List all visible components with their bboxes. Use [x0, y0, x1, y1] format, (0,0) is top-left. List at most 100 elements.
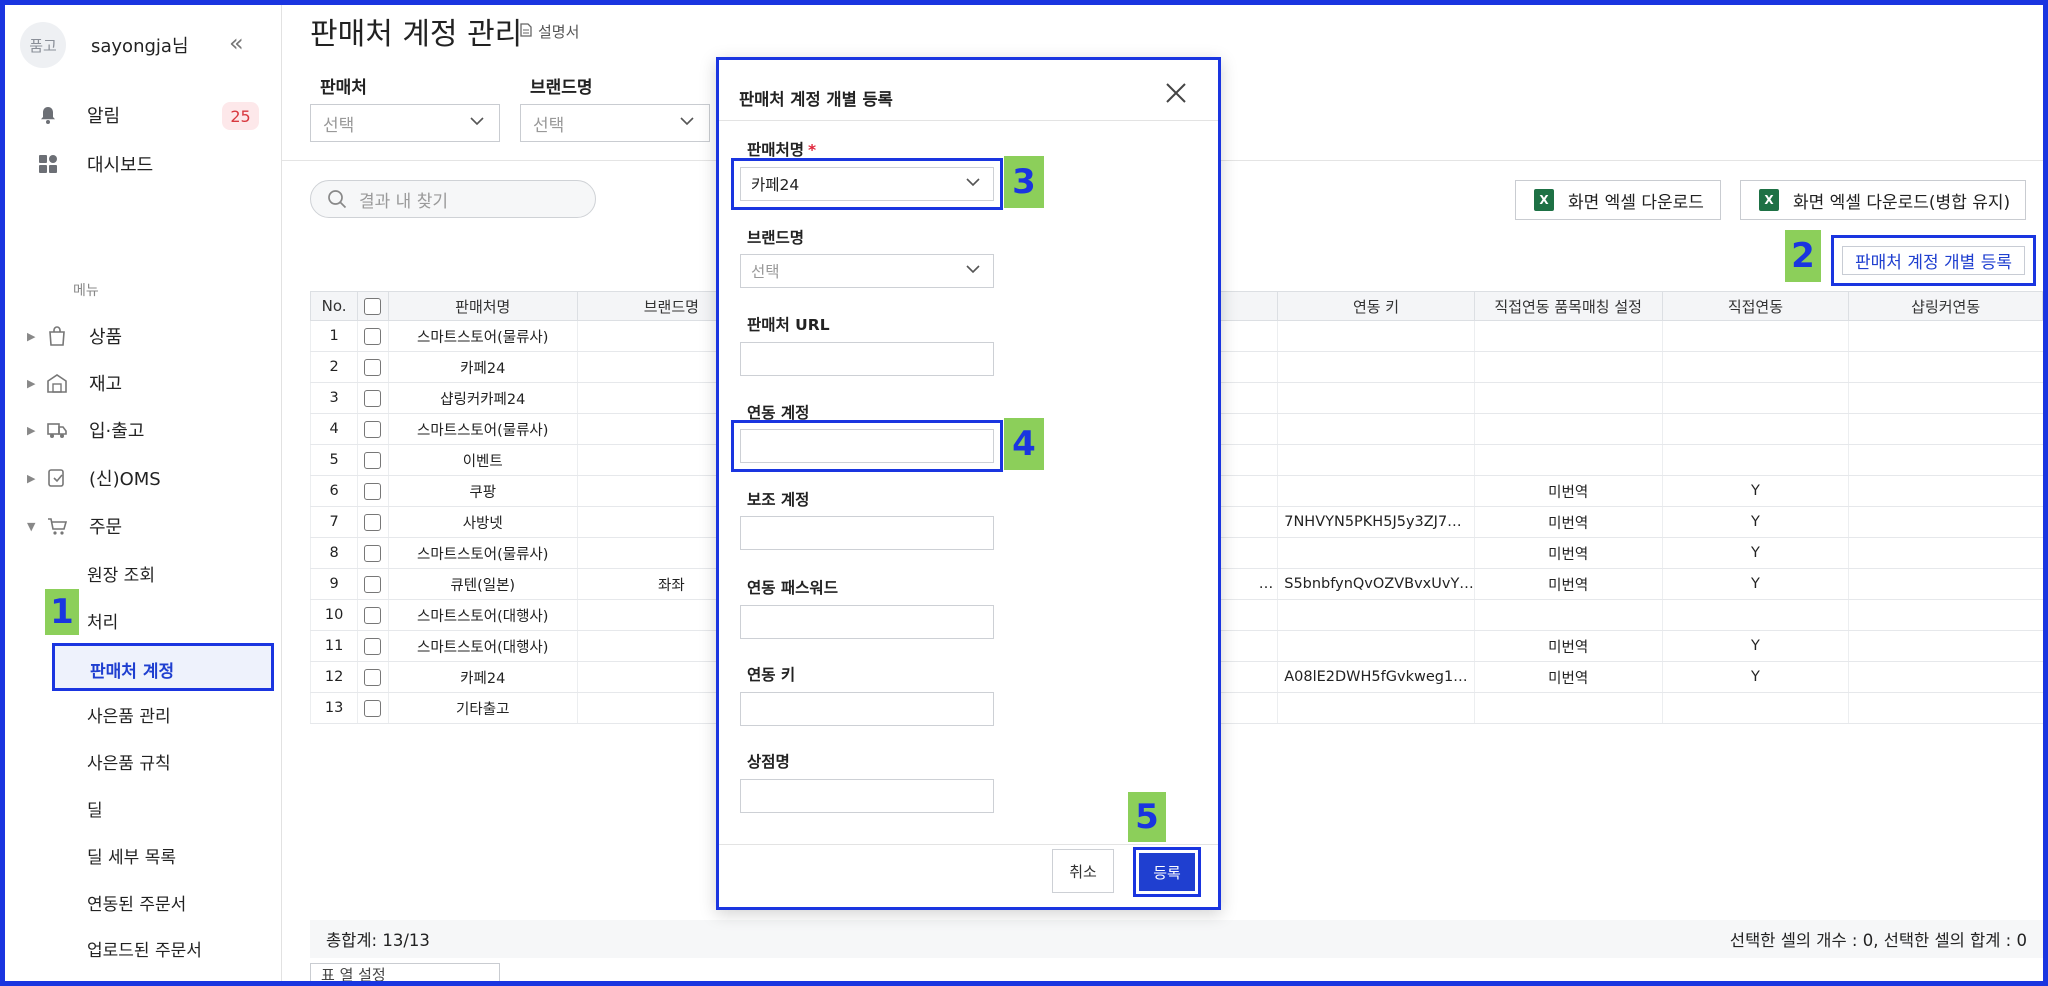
row-checkbox[interactable]	[364, 389, 382, 407]
row-checkbox[interactable]	[364, 482, 382, 500]
column-settings-label: 표 열 설정	[321, 966, 386, 984]
sub-item-seller-account[interactable]: 판매처 계정	[52, 643, 274, 691]
row-checkbox[interactable]	[364, 637, 382, 655]
menu-label: 재고	[89, 374, 123, 395]
row-checkbox[interactable]	[364, 420, 382, 438]
cell-match	[1473, 692, 1663, 724]
cell-direct: Y	[1661, 661, 1849, 693]
submit-button-highlight[interactable]: 등록	[1133, 847, 1201, 897]
sub-account-input[interactable]	[740, 516, 994, 550]
register-seller-account-modal: 판매처 계정 개별 등록 판매처명 * 카페24 브랜드명 선택 판매처 URL …	[716, 57, 1221, 910]
expand-arrow-icon: ▶	[27, 329, 36, 343]
seller-filter-label: 판매처	[320, 78, 367, 98]
expand-arrow-icon: ▶	[27, 376, 36, 390]
cell-direct: Y	[1661, 568, 1849, 600]
column-header-select-all[interactable]	[357, 291, 389, 321]
excel-download-button[interactable]: X 화면 엑셀 다운로드	[1515, 180, 1721, 220]
column-header-no[interactable]: No.	[309, 291, 359, 321]
cancel-button[interactable]: 취소	[1052, 849, 1114, 893]
cell-match: 미번역	[1473, 475, 1663, 507]
link-key-input[interactable]	[740, 692, 994, 726]
cell-match	[1473, 413, 1663, 445]
menu-label: (신)OMS	[89, 469, 161, 490]
row-checkbox[interactable]	[364, 513, 382, 531]
seller-filter-select[interactable]: 선택	[310, 104, 500, 142]
excel-download-merged-button[interactable]: X 화면 엑셀 다운로드(병합 유지)	[1740, 180, 2026, 220]
cell-checkbox	[357, 413, 389, 445]
cell-direct: Y	[1661, 537, 1849, 569]
row-checkbox[interactable]	[364, 699, 382, 717]
bell-icon	[37, 104, 59, 126]
collapse-sidebar-icon[interactable]: «	[229, 29, 244, 57]
menu-item-product[interactable]: ▶ 상품	[27, 322, 122, 350]
modal-footer-divider	[719, 844, 1218, 845]
column-header-item-matching[interactable]: 직접연동 품목매칭 설정	[1473, 291, 1663, 321]
link-password-input[interactable]	[740, 605, 994, 639]
sub-item-linked-orders[interactable]: 연동된 주문서	[87, 889, 186, 915]
store-name-input[interactable]	[740, 779, 994, 813]
cell-match: 미번역	[1473, 537, 1663, 569]
brand-name-select[interactable]: 선택	[740, 254, 994, 288]
row-checkbox[interactable]	[364, 575, 382, 593]
column-header-key[interactable]: 연동 키	[1277, 291, 1475, 321]
cell-checkbox	[357, 506, 389, 538]
cell-checkbox	[357, 475, 389, 507]
cell-direct	[1661, 413, 1849, 445]
brand-name-label: 브랜드명	[747, 229, 805, 247]
cell-no: 10	[309, 599, 358, 631]
submit-button[interactable]: 등록	[1139, 853, 1195, 891]
register-seller-account-button[interactable]: 판매처 계정 개별 등록	[1831, 235, 2036, 286]
cell-key	[1277, 320, 1475, 352]
notification-count-badge: 25	[222, 102, 259, 130]
sub-item-deal-details[interactable]: 딜 세부 목록	[87, 842, 176, 868]
username: sayongja님	[91, 36, 189, 57]
cell-checkbox	[357, 444, 389, 476]
menu-item-oms[interactable]: ▶ (신)OMS	[27, 464, 161, 492]
row-checkbox[interactable]	[364, 451, 382, 469]
dashboard-item[interactable]: 대시보드	[37, 151, 153, 177]
row-checkbox[interactable]	[364, 544, 382, 562]
row-checkbox[interactable]	[364, 668, 382, 686]
cell-no: 5	[309, 444, 358, 476]
warehouse-icon	[45, 371, 69, 395]
cell-direct: Y	[1661, 506, 1849, 538]
expand-arrow-icon: ▶	[27, 471, 36, 485]
sub-item-ledger[interactable]: 원장 조회	[87, 560, 155, 586]
cancel-label: 취소	[1069, 862, 1097, 881]
row-checkbox[interactable]	[364, 358, 382, 376]
cell-key	[1277, 630, 1475, 662]
column-settings-button[interactable]: 표 열 설정	[310, 963, 500, 986]
menu-item-order[interactable]: ▼ 주문	[27, 512, 122, 540]
seller-url-input[interactable]	[740, 342, 994, 376]
row-checkbox[interactable]	[364, 327, 382, 345]
cell-checkbox	[357, 692, 389, 724]
cell-no: 11	[309, 630, 358, 662]
menu-item-inout[interactable]: ▶ 입·출고	[27, 416, 144, 444]
cell-match	[1473, 351, 1663, 383]
cell-shoplinker	[1848, 630, 2043, 662]
sub-item-gift-management[interactable]: 사은품 관리	[87, 701, 171, 727]
row-checkbox[interactable]	[364, 606, 382, 624]
close-icon[interactable]	[1165, 74, 1187, 112]
brand-filter-select[interactable]: 선택	[520, 104, 710, 142]
notifications-item[interactable]: 알림	[37, 102, 120, 128]
menu-item-inventory[interactable]: ▶ 재고	[27, 369, 122, 397]
cell-seller: 큐텐(일본)	[387, 568, 578, 600]
table-footer: 총합계: 13/13 선택한 셀의 개수 : 0, 선택한 셀의 합계 : 0	[310, 920, 2043, 958]
column-header-shoplinker[interactable]: 샵링커연동	[1848, 291, 2043, 321]
search-input[interactable]: 결과 내 찾기	[310, 180, 596, 218]
sub-item-gift-rules[interactable]: 사은품 규칙	[87, 748, 171, 774]
brand-name-placeholder: 선택	[751, 263, 780, 281]
cell-checkbox	[357, 630, 389, 662]
column-header-direct[interactable]: 직접연동	[1661, 291, 1850, 321]
sub-item-process[interactable]: 처리	[87, 607, 118, 633]
column-header-seller[interactable]: 판매처명	[387, 291, 578, 321]
select-all-checkbox[interactable]	[364, 298, 382, 315]
cell-match	[1473, 320, 1663, 352]
avatar[interactable]: 품고	[20, 22, 66, 68]
cell-seller: 샵링커카페24	[387, 382, 578, 414]
sub-item-uploaded-orders[interactable]: 업로드된 주문서	[87, 935, 202, 961]
chevron-down-icon	[679, 113, 695, 134]
sub-item-deal[interactable]: 딜	[87, 795, 103, 821]
manual-link[interactable]: 설명서	[520, 21, 579, 42]
